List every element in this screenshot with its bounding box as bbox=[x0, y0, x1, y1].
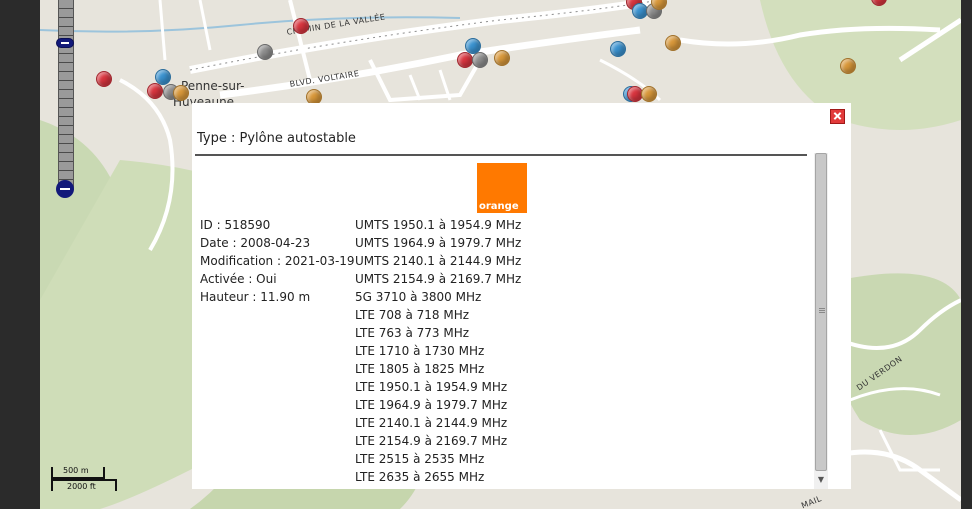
antenna-marker[interactable] bbox=[257, 44, 273, 60]
frequency-item: UMTS 2154.9 à 2169.7 MHz bbox=[355, 272, 522, 286]
zoom-out-button[interactable] bbox=[56, 180, 74, 198]
frequency-item: UMTS 1964.9 à 1979.7 MHz bbox=[355, 236, 522, 250]
frequency-item: LTE 2515 à 2535 MHz bbox=[355, 452, 485, 466]
antenna-info-popup: Type : Pylône autostable orange ID : 518… bbox=[192, 103, 851, 489]
antenna-marker[interactable] bbox=[840, 58, 856, 74]
popup-scroll-thumb[interactable] bbox=[815, 153, 827, 471]
frequency-item: LTE 1950.1 à 1954.9 MHz bbox=[355, 380, 508, 394]
antenna-marker[interactable] bbox=[96, 71, 112, 87]
operator-logo-text: orange bbox=[479, 201, 519, 212]
right-border bbox=[961, 0, 972, 509]
antenna-marker[interactable] bbox=[472, 52, 488, 68]
frequency-item: LTE 1710 à 1730 MHz bbox=[355, 344, 485, 358]
antenna-marker[interactable] bbox=[641, 86, 657, 102]
divider bbox=[195, 154, 807, 156]
frequency-item: LTE 2635 à 2655 MHz bbox=[355, 470, 485, 484]
scale-imperial-label: 2000 ft bbox=[67, 482, 96, 491]
antenna-marker[interactable] bbox=[610, 41, 626, 57]
zoom-track[interactable] bbox=[58, 0, 74, 190]
antenna-marker[interactable] bbox=[457, 52, 473, 68]
scroll-down-arrow-icon[interactable]: ▼ bbox=[816, 474, 826, 486]
frequency-list: UMTS 1950.1 à 1954.9 MHz UMTS 1964.9 à 1… bbox=[355, 216, 521, 486]
antenna-marker[interactable] bbox=[665, 35, 681, 51]
town-label-penne: Penne-sur- bbox=[181, 79, 245, 93]
close-popup-button[interactable] bbox=[830, 109, 845, 124]
frequency-item: LTE 2154.9 à 2169.7 MHz bbox=[355, 434, 508, 448]
frequency-item: UMTS 2140.1 à 2144.9 MHz bbox=[355, 254, 522, 268]
operator-logo: orange bbox=[477, 163, 527, 213]
site-modification: Modification : 2021-03-19 bbox=[200, 254, 355, 268]
site-date: Date : 2008-04-23 bbox=[200, 236, 311, 250]
frequency-item: LTE 1805 à 1825 MHz bbox=[355, 362, 485, 376]
antenna-marker[interactable] bbox=[293, 18, 309, 34]
frequency-item: UMTS 1950.1 à 1954.9 MHz bbox=[355, 218, 522, 232]
antenna-marker[interactable] bbox=[494, 50, 510, 66]
frequency-item: LTE 763 à 773 MHz bbox=[355, 326, 470, 340]
left-border bbox=[0, 0, 40, 509]
site-activee: Activée : Oui bbox=[200, 272, 277, 286]
antenna-marker[interactable] bbox=[147, 83, 163, 99]
zoom-handle[interactable] bbox=[56, 38, 74, 48]
scale-metric-label: 500 m bbox=[63, 466, 89, 475]
zoom-slider[interactable] bbox=[56, 0, 74, 198]
site-id: ID : 518590 bbox=[200, 218, 271, 232]
antenna-marker[interactable] bbox=[173, 85, 189, 101]
map-scale: 500 m 2000 ft bbox=[49, 463, 119, 495]
frequency-item: LTE 1964.9 à 1979.7 MHz bbox=[355, 398, 508, 412]
frequency-item: 5G 3710 à 3800 MHz bbox=[355, 290, 482, 304]
frequency-item: LTE 708 à 718 MHz bbox=[355, 308, 470, 322]
support-type: Type : Pylône autostable bbox=[197, 131, 356, 146]
frequency-item: LTE 2140.1 à 2144.9 MHz bbox=[355, 416, 508, 430]
site-info: ID : 518590 Date : 2008-04-23 Modificati… bbox=[200, 216, 355, 306]
site-hauteur: Hauteur : 11.90 m bbox=[200, 290, 311, 304]
scroll-grip-icon bbox=[819, 308, 825, 314]
